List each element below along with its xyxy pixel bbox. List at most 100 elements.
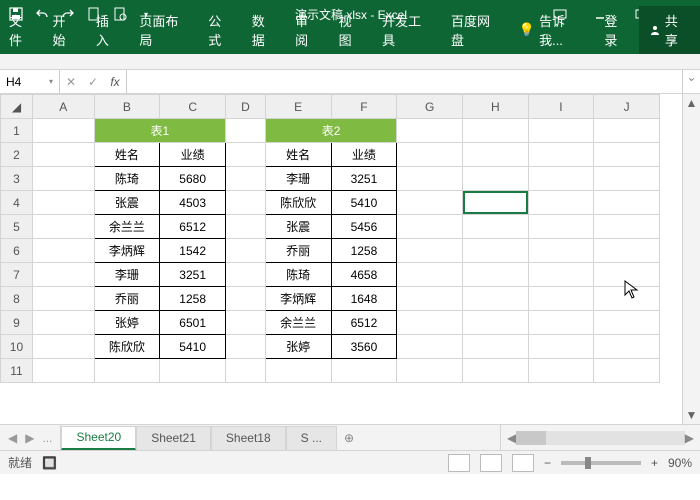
scroll-up-icon[interactable]: ▲: [683, 94, 700, 112]
macro-record-icon[interactable]: 🔲: [42, 456, 57, 470]
cell[interactable]: 余兰兰: [94, 215, 160, 239]
cell[interactable]: 张婷: [265, 335, 331, 359]
row[interactable]: 5 余兰兰 6512 张震 5456: [1, 215, 660, 239]
col-header[interactable]: D: [226, 95, 266, 119]
cell[interactable]: 4658: [331, 263, 397, 287]
cell[interactable]: 4503: [160, 191, 226, 215]
row-header[interactable]: 11: [1, 359, 33, 383]
cell[interactable]: 陈欣欣: [265, 191, 331, 215]
view-page-break-icon[interactable]: [512, 454, 534, 472]
cell[interactable]: 5410: [160, 335, 226, 359]
row-header[interactable]: 10: [1, 335, 33, 359]
fx-icon[interactable]: fx: [104, 75, 126, 89]
col-header[interactable]: A: [32, 95, 94, 119]
cell[interactable]: 5680: [160, 167, 226, 191]
scroll-left-icon[interactable]: ◀: [507, 431, 516, 445]
formula-expand-icon[interactable]: ⌄: [682, 70, 700, 93]
cell[interactable]: 1258: [160, 287, 226, 311]
row-header[interactable]: 1: [1, 119, 33, 143]
tellme[interactable]: 💡告诉我...: [511, 6, 596, 54]
cell[interactable]: 李炳辉: [94, 239, 160, 263]
scroll-down-icon[interactable]: ▼: [683, 406, 700, 424]
tab-review[interactable]: 审阅: [286, 6, 329, 54]
column-headers[interactable]: ◢ A B C D E F G H I J: [1, 95, 660, 119]
horizontal-scrollbar[interactable]: [516, 431, 685, 445]
cell[interactable]: 张震: [265, 215, 331, 239]
cell[interactable]: 陈欣欣: [94, 335, 160, 359]
col-header[interactable]: J: [594, 95, 660, 119]
row[interactable]: 8 乔丽 1258 李炳辉 1648: [1, 287, 660, 311]
tab-view[interactable]: 视图: [330, 6, 373, 54]
cell[interactable]: 陈琦: [94, 167, 160, 191]
row-header[interactable]: 4: [1, 191, 33, 215]
cell[interactable]: 5410: [331, 191, 397, 215]
sheet-nav-next-icon[interactable]: ▶: [21, 431, 38, 445]
chevron-down-icon[interactable]: ▾: [49, 77, 53, 86]
scroll-right-icon[interactable]: ▶: [685, 431, 694, 445]
zoom-slider[interactable]: [561, 461, 641, 465]
col-header[interactable]: G: [397, 95, 463, 119]
cell[interactable]: 余兰兰: [265, 311, 331, 335]
cell[interactable]: 3560: [331, 335, 397, 359]
row[interactable]: 11: [1, 359, 660, 383]
tab-developer[interactable]: 开发工具: [373, 6, 442, 54]
add-sheet-icon[interactable]: ⊕: [337, 431, 361, 445]
tab-formulas[interactable]: 公式: [199, 6, 242, 54]
col-header[interactable]: C: [160, 95, 226, 119]
formula-bar[interactable]: [127, 70, 682, 93]
row[interactable]: 1 表1 表2: [1, 119, 660, 143]
cell[interactable]: 乔丽: [265, 239, 331, 263]
row-header[interactable]: 2: [1, 143, 33, 167]
row[interactable]: 2 姓名 业绩 姓名 业绩: [1, 143, 660, 167]
name-box[interactable]: H4 ▾: [0, 70, 60, 93]
cell[interactable]: 6512: [331, 311, 397, 335]
view-normal-icon[interactable]: [448, 454, 470, 472]
vertical-scrollbar[interactable]: ▲ ▼: [682, 94, 700, 424]
sheet-tab[interactable]: S ...: [286, 426, 337, 450]
cell[interactable]: 李珊: [265, 167, 331, 191]
tab-layout[interactable]: 页面布局: [130, 6, 199, 54]
active-cell[interactable]: [462, 191, 528, 215]
select-all[interactable]: ◢: [1, 95, 33, 119]
tab-insert[interactable]: 插入: [87, 6, 130, 54]
sheet-tab[interactable]: Sheet18: [211, 426, 286, 450]
cell[interactable]: 1648: [331, 287, 397, 311]
tab-data[interactable]: 数据: [243, 6, 286, 54]
row[interactable]: 6 李炳辉 1542 乔丽 1258: [1, 239, 660, 263]
zoom-out-icon[interactable]: −: [544, 456, 551, 470]
row-header[interactable]: 6: [1, 239, 33, 263]
row-header[interactable]: 3: [1, 167, 33, 191]
row[interactable]: 3 陈琦 5680 李珊 3251: [1, 167, 660, 191]
cell[interactable]: 李珊: [94, 263, 160, 287]
sheet-nav-menu-icon[interactable]: ...: [38, 431, 56, 445]
col-header[interactable]: H: [462, 95, 528, 119]
row-header[interactable]: 7: [1, 263, 33, 287]
col-header[interactable]: E: [265, 95, 331, 119]
tab-home[interactable]: 开始: [43, 6, 86, 54]
row-header[interactable]: 5: [1, 215, 33, 239]
cell[interactable]: 乔丽: [94, 287, 160, 311]
spreadsheet-grid[interactable]: ◢ A B C D E F G H I J 1 表1 表2 2 姓名 业绩 姓名…: [0, 94, 682, 424]
cell[interactable]: 张婷: [94, 311, 160, 335]
cell[interactable]: 6512: [160, 215, 226, 239]
cell[interactable]: 1542: [160, 239, 226, 263]
tab-baidu[interactable]: 百度网盘: [442, 6, 511, 54]
cell[interactable]: 李炳辉: [265, 287, 331, 311]
row[interactable]: 7 李珊 3251 陈琦 4658: [1, 263, 660, 287]
sheet-tab[interactable]: Sheet21: [136, 426, 211, 450]
tab-file[interactable]: 文件: [0, 6, 43, 54]
col-header[interactable]: I: [528, 95, 594, 119]
cancel-formula-icon[interactable]: ✕: [60, 75, 82, 89]
row[interactable]: 9 张婷 6501 余兰兰 6512: [1, 311, 660, 335]
cell[interactable]: 5456: [331, 215, 397, 239]
share-button[interactable]: 共享: [639, 6, 700, 54]
cell[interactable]: 6501: [160, 311, 226, 335]
cell[interactable]: 3251: [331, 167, 397, 191]
confirm-formula-icon[interactable]: ✓: [82, 75, 104, 89]
cell[interactable]: 1258: [331, 239, 397, 263]
sheet-nav-prev-icon[interactable]: ◀: [4, 431, 21, 445]
view-page-layout-icon[interactable]: [480, 454, 502, 472]
row-header[interactable]: 9: [1, 311, 33, 335]
zoom-in-icon[interactable]: +: [651, 456, 658, 470]
sheet-tab[interactable]: Sheet20: [61, 426, 136, 450]
